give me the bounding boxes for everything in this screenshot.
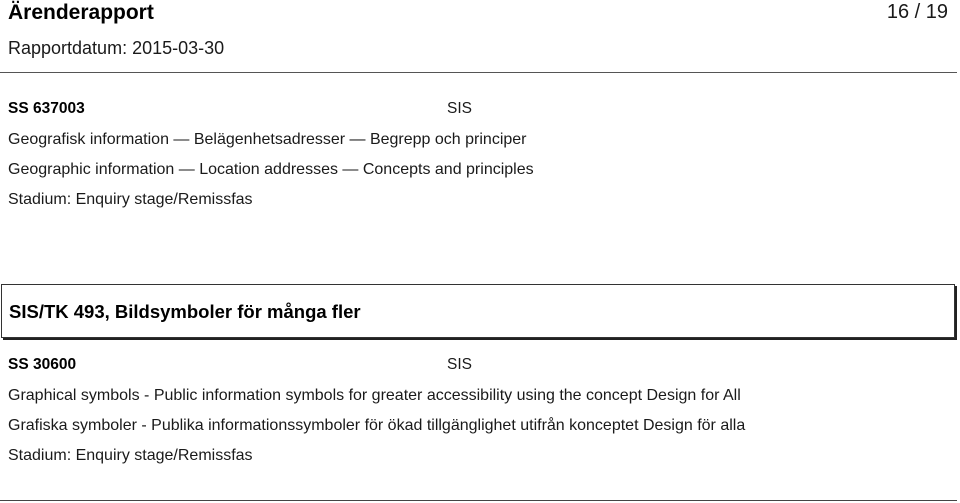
standard-stage: Stadium: Enquiry stage/Remissfas: [8, 447, 253, 464]
standard-title-english: Geographic information — Location addres…: [8, 161, 534, 178]
standard-code: SS 637003: [8, 100, 85, 117]
report-date: Rapportdatum: 2015-03-30: [8, 38, 225, 58]
standard-title-english: Graphical symbols - Public information s…: [8, 387, 741, 404]
page-number: 16 / 19: [886, 1, 948, 23]
standard-title-swedish: Grafiska symboler - Publika informations…: [8, 417, 746, 434]
standard-organization: SIS: [447, 356, 472, 373]
footer-divider: [0, 500, 957, 501]
report-title: Ärenderapport: [8, 1, 154, 24]
standard-stage: Stadium: Enquiry stage/Remissfas: [8, 191, 253, 208]
header-divider: [0, 72, 957, 73]
committee-title: SIS/TK 493, Bildsymboler för många fler: [9, 301, 361, 322]
standard-code: SS 30600: [8, 356, 77, 373]
standard-organization: SIS: [447, 100, 472, 117]
standard-title-swedish: Geografisk information — Belägenhetsadre…: [8, 131, 527, 148]
committee-header-box: SIS/TK 493, Bildsymboler för många fler: [1, 284, 955, 338]
